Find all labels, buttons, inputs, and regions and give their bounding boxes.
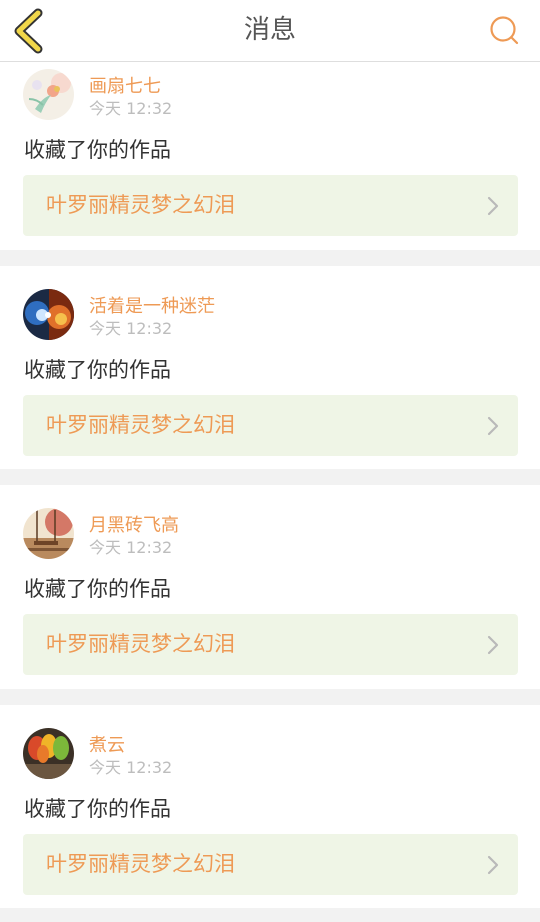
work-title: 叶罗丽精灵梦之幻泪 — [46, 193, 235, 217]
work-link[interactable]: 叶罗丽精灵梦之幻泪 — [23, 614, 518, 675]
chevron-right-icon — [487, 635, 499, 655]
search-button[interactable] — [488, 14, 522, 48]
avatar-leaves-image — [23, 728, 74, 779]
timestamp: 今天 12:32 — [89, 319, 173, 338]
user-avatar[interactable] — [23, 289, 74, 340]
action-text: 收藏了你的作品 — [24, 358, 171, 382]
work-link[interactable]: 叶罗丽精灵梦之幻泪 — [23, 175, 518, 236]
avatar-flower-image — [23, 69, 74, 120]
work-title: 叶罗丽精灵梦之幻泪 — [46, 852, 235, 876]
avatar-fire-ice-image — [23, 289, 74, 340]
work-link[interactable]: 叶罗丽精灵梦之幻泪 — [23, 395, 518, 456]
chevron-right-icon — [487, 196, 499, 216]
message-card: 煮云 今天 12:32 收藏了你的作品 叶罗丽精灵梦之幻泪 — [0, 705, 540, 908]
timestamp: 今天 12:32 — [89, 538, 173, 557]
user-avatar[interactable] — [23, 508, 74, 559]
action-text: 收藏了你的作品 — [24, 797, 171, 821]
message-card: 活着是一种迷茫 今天 12:32 收藏了你的作品 叶罗丽精灵梦之幻泪 — [0, 266, 540, 469]
chevron-right-icon — [487, 855, 499, 875]
work-title: 叶罗丽精灵梦之幻泪 — [46, 413, 235, 437]
top-bar: 消息 — [0, 0, 540, 62]
work-link[interactable]: 叶罗丽精灵梦之幻泪 — [23, 834, 518, 895]
chevron-right-icon — [487, 416, 499, 436]
user-avatar[interactable] — [23, 728, 74, 779]
action-text: 收藏了你的作品 — [24, 138, 171, 162]
work-title: 叶罗丽精灵梦之幻泪 — [46, 632, 235, 656]
timestamp: 今天 12:32 — [89, 99, 173, 118]
user-avatar[interactable] — [23, 69, 74, 120]
search-icon — [490, 16, 519, 45]
timestamp: 今天 12:32 — [89, 758, 173, 777]
action-text: 收藏了你的作品 — [24, 577, 171, 601]
message-card: 月黑砖飞高 今天 12:32 收藏了你的作品 叶罗丽精灵梦之幻泪 — [0, 485, 540, 689]
page-title: 消息 — [243, 15, 296, 45]
message-card: 画扇七七 今天 12:32 收藏了你的作品 叶罗丽精灵梦之幻泪 — [0, 62, 540, 250]
avatar-swing-image — [23, 508, 74, 559]
